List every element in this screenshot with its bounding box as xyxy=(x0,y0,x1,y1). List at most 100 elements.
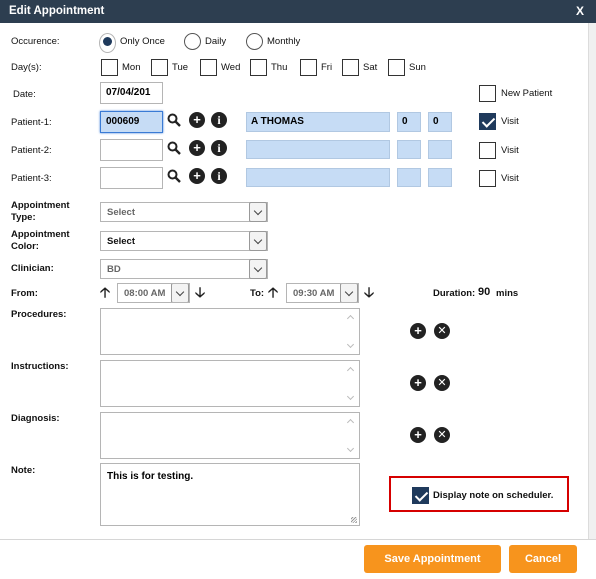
day-checkbox-thu[interactable] xyxy=(250,59,267,76)
to-down-arrow-icon[interactable]: 🡣 xyxy=(364,285,374,299)
patient-3-field-a[interactable] xyxy=(397,168,421,187)
patient-2-info-icon[interactable]: i xyxy=(211,140,227,156)
day-checkbox-sat[interactable] xyxy=(342,59,359,76)
day-checkbox-fri[interactable] xyxy=(300,59,317,76)
clinician-select[interactable]: BD xyxy=(100,259,268,279)
diagnosis-textarea[interactable] xyxy=(100,412,360,459)
duration-value: 90 xyxy=(478,286,491,298)
procedures-label: Procedures: xyxy=(11,309,67,320)
dialog-scrollbar[interactable] xyxy=(588,23,596,539)
patient-3-visit-checkbox[interactable] xyxy=(479,170,496,187)
to-up-arrow-icon[interactable]: 🡡 xyxy=(268,285,278,299)
day-checkbox-wed[interactable] xyxy=(200,59,217,76)
patient-3-visit-label: Visit xyxy=(501,173,519,184)
instructions-textarea[interactable] xyxy=(100,360,360,407)
patient-3-info-icon[interactable]: i xyxy=(211,168,227,184)
patient-1-add-icon[interactable]: + xyxy=(189,112,205,128)
from-up-arrow-icon[interactable]: 🡡 xyxy=(100,285,110,299)
dialog-titlebar: Edit Appointment X xyxy=(0,0,596,23)
diagnosis-add-icon[interactable]: + xyxy=(410,427,426,443)
appointment-type-value: Select xyxy=(107,207,135,218)
patient-1-field-b[interactable]: 0 xyxy=(428,112,452,132)
patient-3-name-input[interactable] xyxy=(246,168,390,187)
chevron-down-icon xyxy=(249,231,267,251)
cancel-button[interactable]: Cancel xyxy=(509,545,577,573)
patient-1-label: Patient-1: xyxy=(11,117,52,128)
patient-3-search-icon[interactable] xyxy=(167,169,181,183)
to-label: To: xyxy=(250,288,265,299)
patient-3-add-icon[interactable]: + xyxy=(189,168,205,184)
radio-daily[interactable] xyxy=(184,33,201,50)
appointment-color-label-2: Color: xyxy=(11,241,39,252)
note-textarea[interactable]: This is for testing. xyxy=(100,463,360,526)
date-input[interactable]: 07/04/201 xyxy=(100,82,163,104)
chevron-down-icon xyxy=(249,259,267,279)
instructions-remove-icon[interactable]: ✕ xyxy=(434,375,450,391)
appointment-type-label-2: Type: xyxy=(11,212,36,223)
day-checkbox-tue[interactable] xyxy=(151,59,168,76)
patient-2-field-b[interactable] xyxy=(428,140,452,159)
patient-2-id-input[interactable] xyxy=(100,139,163,161)
to-time-value: 09:30 AM xyxy=(293,288,335,299)
patient-1-id-input[interactable]: 000609 xyxy=(100,111,163,133)
patient-1-visit-checkbox[interactable] xyxy=(479,113,496,130)
diagnosis-remove-icon[interactable]: ✕ xyxy=(434,427,450,443)
day-label-mon: Mon xyxy=(122,62,141,73)
clinician-label: Clinician: xyxy=(11,263,54,274)
save-appointment-button[interactable]: Save Appointment xyxy=(364,545,501,573)
to-time-select[interactable]: 09:30 AM xyxy=(286,283,359,303)
patient-1-search-icon[interactable] xyxy=(167,113,181,127)
diagnosis-label: Diagnosis: xyxy=(11,413,60,424)
chevron-down-icon xyxy=(171,284,189,302)
date-label: Date: xyxy=(13,89,36,100)
radio-only-once-label: Only Once xyxy=(120,36,165,47)
resize-grip-icon[interactable] xyxy=(351,517,357,523)
from-time-value: 08:00 AM xyxy=(124,288,166,299)
textarea-scrollbar[interactable] xyxy=(346,312,356,351)
patient-1-field-a[interactable]: 0 xyxy=(397,112,421,132)
appointment-type-select[interactable]: Select xyxy=(100,202,268,222)
patient-3-id-input[interactable] xyxy=(100,167,163,189)
textarea-scrollbar[interactable] xyxy=(346,364,356,403)
radio-monthly-label: Monthly xyxy=(267,36,301,47)
patient-2-name-input[interactable] xyxy=(246,140,390,159)
from-label: From: xyxy=(11,288,38,299)
textarea-scrollbar[interactable] xyxy=(346,416,356,455)
appointment-color-value: Select xyxy=(107,236,135,247)
radio-monthly[interactable] xyxy=(246,33,263,50)
from-down-arrow-icon[interactable]: 🡣 xyxy=(195,285,205,299)
patient-2-visit-checkbox[interactable] xyxy=(479,142,496,159)
from-time-select[interactable]: 08:00 AM xyxy=(117,283,190,303)
note-value: This is for testing. xyxy=(107,471,194,482)
day-checkbox-mon[interactable] xyxy=(101,59,118,76)
procedures-textarea[interactable] xyxy=(100,308,360,355)
duration-unit: mins xyxy=(496,288,519,299)
day-checkbox-sun[interactable] xyxy=(388,59,405,76)
chevron-down-icon xyxy=(340,284,358,302)
display-note-checkbox[interactable] xyxy=(412,487,429,504)
procedures-remove-icon[interactable]: ✕ xyxy=(434,323,450,339)
new-patient-checkbox[interactable] xyxy=(479,85,496,102)
appointment-color-select[interactable]: Select xyxy=(100,231,268,251)
patient-3-field-b[interactable] xyxy=(428,168,452,187)
patient-3-label: Patient-3: xyxy=(11,173,52,184)
procedures-add-icon[interactable]: + xyxy=(410,323,426,339)
close-button[interactable]: X xyxy=(576,4,584,18)
day-label-sat: Sat xyxy=(363,62,378,73)
radio-daily-label: Daily xyxy=(205,36,227,47)
patient-1-name-input[interactable]: A THOMAS xyxy=(246,112,390,132)
radio-only-once[interactable] xyxy=(99,33,116,53)
note-label: Note: xyxy=(11,465,36,476)
day-label-wed: Wed xyxy=(221,62,241,73)
patient-1-info-icon[interactable]: i xyxy=(211,112,227,128)
dialog-title: Edit Appointment xyxy=(9,5,105,17)
day-label-sun: Sun xyxy=(409,62,426,73)
new-patient-label: New Patient xyxy=(501,88,553,99)
patient-1-visit-label: Visit xyxy=(501,116,519,127)
instructions-add-icon[interactable]: + xyxy=(410,375,426,391)
patient-2-field-a[interactable] xyxy=(397,140,421,159)
duration-label: Duration: xyxy=(433,288,476,299)
patient-2-add-icon[interactable]: + xyxy=(189,140,205,156)
patient-2-search-icon[interactable] xyxy=(167,141,181,155)
patient-2-label: Patient-2: xyxy=(11,145,52,156)
